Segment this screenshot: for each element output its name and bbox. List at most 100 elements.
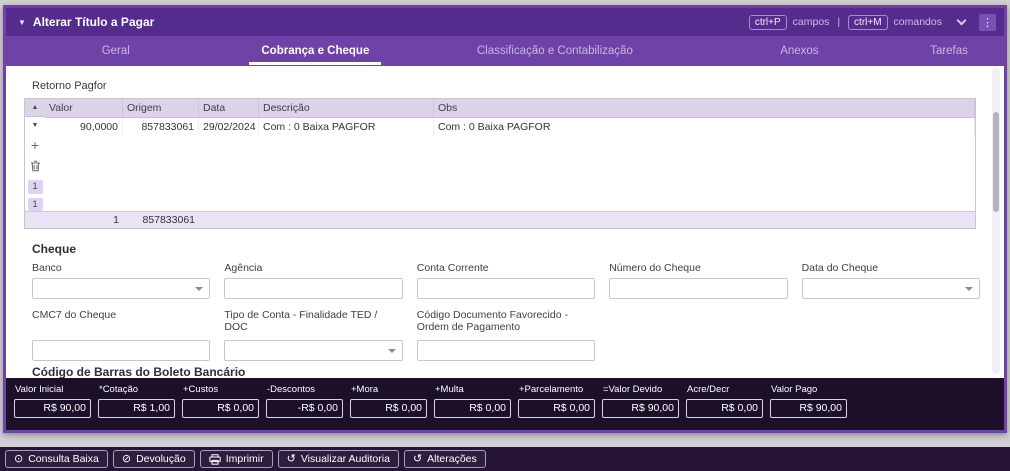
alteracoes-button[interactable]: ↺ Alterações bbox=[403, 450, 486, 468]
agencia-label: Agência bbox=[224, 262, 263, 274]
consulta-baixa-label: Consulta Baixa bbox=[28, 453, 99, 465]
grid-header-row: Valor Origem Data Descrição Obs bbox=[45, 99, 975, 118]
data-cheque-input[interactable] bbox=[801, 278, 980, 299]
content-area: Retorno Pagfor ▲ ▼ + 1 1 Valor Origem Da… bbox=[6, 66, 1004, 378]
numero-cheque-label: Número do Cheque bbox=[609, 262, 701, 274]
data-cheque-field: Data do Cheque bbox=[801, 262, 980, 299]
shortcut-comandos-key: ctrl+M bbox=[848, 14, 888, 30]
conta-corrente-inputwrap bbox=[416, 278, 596, 299]
column-header-data[interactable]: Data bbox=[199, 99, 259, 117]
total-value: R$ 1,00 bbox=[98, 399, 175, 418]
tab-geral-label: Geral bbox=[101, 45, 130, 57]
tipo-conta-label: Tipo de Conta - Finalidade TED / DOC bbox=[224, 309, 378, 333]
cell-descricao: Com : 0 Baixa PAGFOR bbox=[259, 118, 434, 136]
banco-label: Banco bbox=[32, 262, 62, 274]
grid-gutter: ▲ ▼ + 1 1 bbox=[25, 99, 45, 212]
data-cheque-select[interactable] bbox=[801, 278, 980, 299]
alterar-titulo-window: ▼ Alterar Título a Pagar ctrl+P campos |… bbox=[3, 5, 1007, 433]
add-row-button[interactable]: + bbox=[31, 134, 39, 155]
cell-obs: Com : 0 Baixa PAGFOR bbox=[434, 118, 975, 136]
consulta-baixa-icon: ⊙ bbox=[14, 452, 24, 465]
sort-asc-icon[interactable]: ▲ bbox=[25, 99, 45, 118]
total-descontos: -Descontos -R$ 0,00 bbox=[266, 384, 343, 430]
total-label: *Cotação bbox=[99, 384, 139, 395]
printer-icon bbox=[208, 453, 221, 465]
pager-button-first[interactable]: 1 bbox=[27, 180, 43, 194]
column-header-obs[interactable]: Obs bbox=[434, 99, 975, 117]
column-header-origem[interactable]: Origem bbox=[123, 99, 199, 117]
total-value: R$ 90,00 bbox=[770, 399, 847, 418]
tipo-conta-select[interactable] bbox=[224, 340, 403, 361]
delete-row-button[interactable] bbox=[30, 155, 41, 176]
conta-corrente-input[interactable] bbox=[416, 278, 596, 299]
window-titlebar: ▼ Alterar Título a Pagar ctrl+P campos |… bbox=[6, 8, 1004, 36]
total-acre-decr: Acre/Decr R$ 0,00 bbox=[686, 384, 763, 430]
chevron-down-icon[interactable] bbox=[956, 15, 967, 26]
numero-cheque-field: Número do Cheque bbox=[609, 262, 788, 299]
barcode-section-title: Código de Barras do Boleto Bancário bbox=[32, 365, 246, 378]
conta-corrente-field: Conta Corrente bbox=[416, 262, 596, 299]
banco-input[interactable] bbox=[32, 278, 211, 299]
pager-button-second[interactable]: 1 bbox=[27, 197, 43, 212]
history-icon: ↺ bbox=[286, 452, 296, 465]
tab-cobranca-e-cheque[interactable]: Cobrança e Cheque bbox=[226, 36, 406, 66]
alteracoes-label: Alterações bbox=[427, 453, 477, 465]
devolucao-button[interactable]: ⊘ Devolução bbox=[112, 450, 195, 468]
total-value: R$ 0,00 bbox=[434, 399, 511, 418]
tab-geral[interactable]: Geral bbox=[6, 36, 226, 66]
cell-origem: 857833061 bbox=[123, 118, 199, 136]
content-scrollbar[interactable] bbox=[992, 68, 1000, 374]
agencia-input[interactable] bbox=[224, 278, 403, 299]
tab-tarefas[interactable]: Tarefas bbox=[894, 36, 1004, 66]
total-parcelamento: +Parcelamento R$ 0,00 bbox=[518, 384, 595, 430]
column-header-valor[interactable]: Valor bbox=[45, 99, 123, 117]
tab-anexos[interactable]: Anexos bbox=[705, 36, 895, 66]
retorno-pagfor-label: Retorno Pagfor bbox=[32, 80, 107, 92]
imprimir-button[interactable]: Imprimir bbox=[199, 450, 273, 468]
total-value: -R$ 0,00 bbox=[266, 399, 343, 418]
grid-body: ▲ ▼ + 1 1 Valor Origem Data Descrição Ob… bbox=[25, 99, 975, 212]
total-value: R$ 0,00 bbox=[686, 399, 763, 418]
collapse-caret-icon[interactable]: ▼ bbox=[18, 18, 26, 27]
summary-origem: 857833061 bbox=[142, 214, 195, 226]
total-label: +Multa bbox=[435, 384, 464, 395]
visualizar-auditoria-label: Visualizar Auditoria bbox=[300, 453, 390, 465]
tab-classificacao-e-contabilizacao[interactable]: Classificação e Contabilização bbox=[405, 36, 704, 66]
total-label: -Descontos bbox=[267, 384, 316, 395]
column-header-descricao[interactable]: Descrição bbox=[259, 99, 434, 117]
tipo-conta-input[interactable] bbox=[224, 340, 403, 361]
agencia-field: Agência bbox=[224, 262, 403, 299]
total-cotacao: *Cotação R$ 1,00 bbox=[98, 384, 175, 430]
data-cheque-label: Data do Cheque bbox=[801, 262, 879, 274]
total-value: R$ 90,00 bbox=[14, 399, 91, 418]
cell-data: 29/02/2024 bbox=[199, 118, 259, 136]
total-custos: +Custos R$ 0,00 bbox=[182, 384, 259, 430]
banco-select[interactable] bbox=[32, 278, 211, 299]
summary-gutter bbox=[25, 212, 45, 228]
total-multa: +Multa R$ 0,00 bbox=[434, 384, 511, 430]
tab-tarefas-label: Tarefas bbox=[930, 45, 968, 57]
visualizar-auditoria-button[interactable]: ↺ Visualizar Auditoria bbox=[277, 450, 399, 468]
banco-field: Banco bbox=[32, 262, 211, 299]
numero-cheque-input[interactable] bbox=[609, 278, 788, 299]
scrollbar-thumb[interactable] bbox=[993, 112, 999, 212]
table-row[interactable]: 90,0000 857833061 29/02/2024 Com : 0 Bai… bbox=[45, 118, 975, 136]
grid-summary-row: 1 857833061 bbox=[25, 211, 975, 228]
cmc7-input[interactable] bbox=[32, 340, 211, 361]
grid-empty-area bbox=[45, 136, 975, 211]
cheque-section-title: Cheque bbox=[32, 242, 77, 256]
total-label: +Mora bbox=[351, 384, 379, 395]
grid-table: Valor Origem Data Descrição Obs 90,0000 … bbox=[45, 99, 975, 211]
consulta-baixa-button[interactable]: ⊙ Consulta Baixa bbox=[5, 450, 108, 468]
cheque-form: Banco Agência Conta Corrente Número do C… bbox=[32, 262, 980, 361]
codigo-documento-input[interactable] bbox=[416, 340, 596, 361]
codigo-documento-label: Código Documento Favorecido - Ordem de P… bbox=[416, 309, 568, 333]
retorno-pagfor-grid: ▲ ▼ + 1 1 Valor Origem Data Descrição Ob… bbox=[24, 98, 976, 229]
total-valor-inicial: Valor Inicial R$ 90,00 bbox=[14, 384, 91, 430]
trash-icon bbox=[30, 160, 40, 172]
history-icon: ↺ bbox=[412, 452, 423, 465]
total-value: R$ 0,00 bbox=[182, 399, 259, 418]
total-label: Valor Inicial bbox=[15, 384, 64, 395]
kebab-menu-icon[interactable]: ⋮ bbox=[979, 13, 996, 31]
tab-cobranca-label: Cobrança e Cheque bbox=[249, 37, 382, 65]
